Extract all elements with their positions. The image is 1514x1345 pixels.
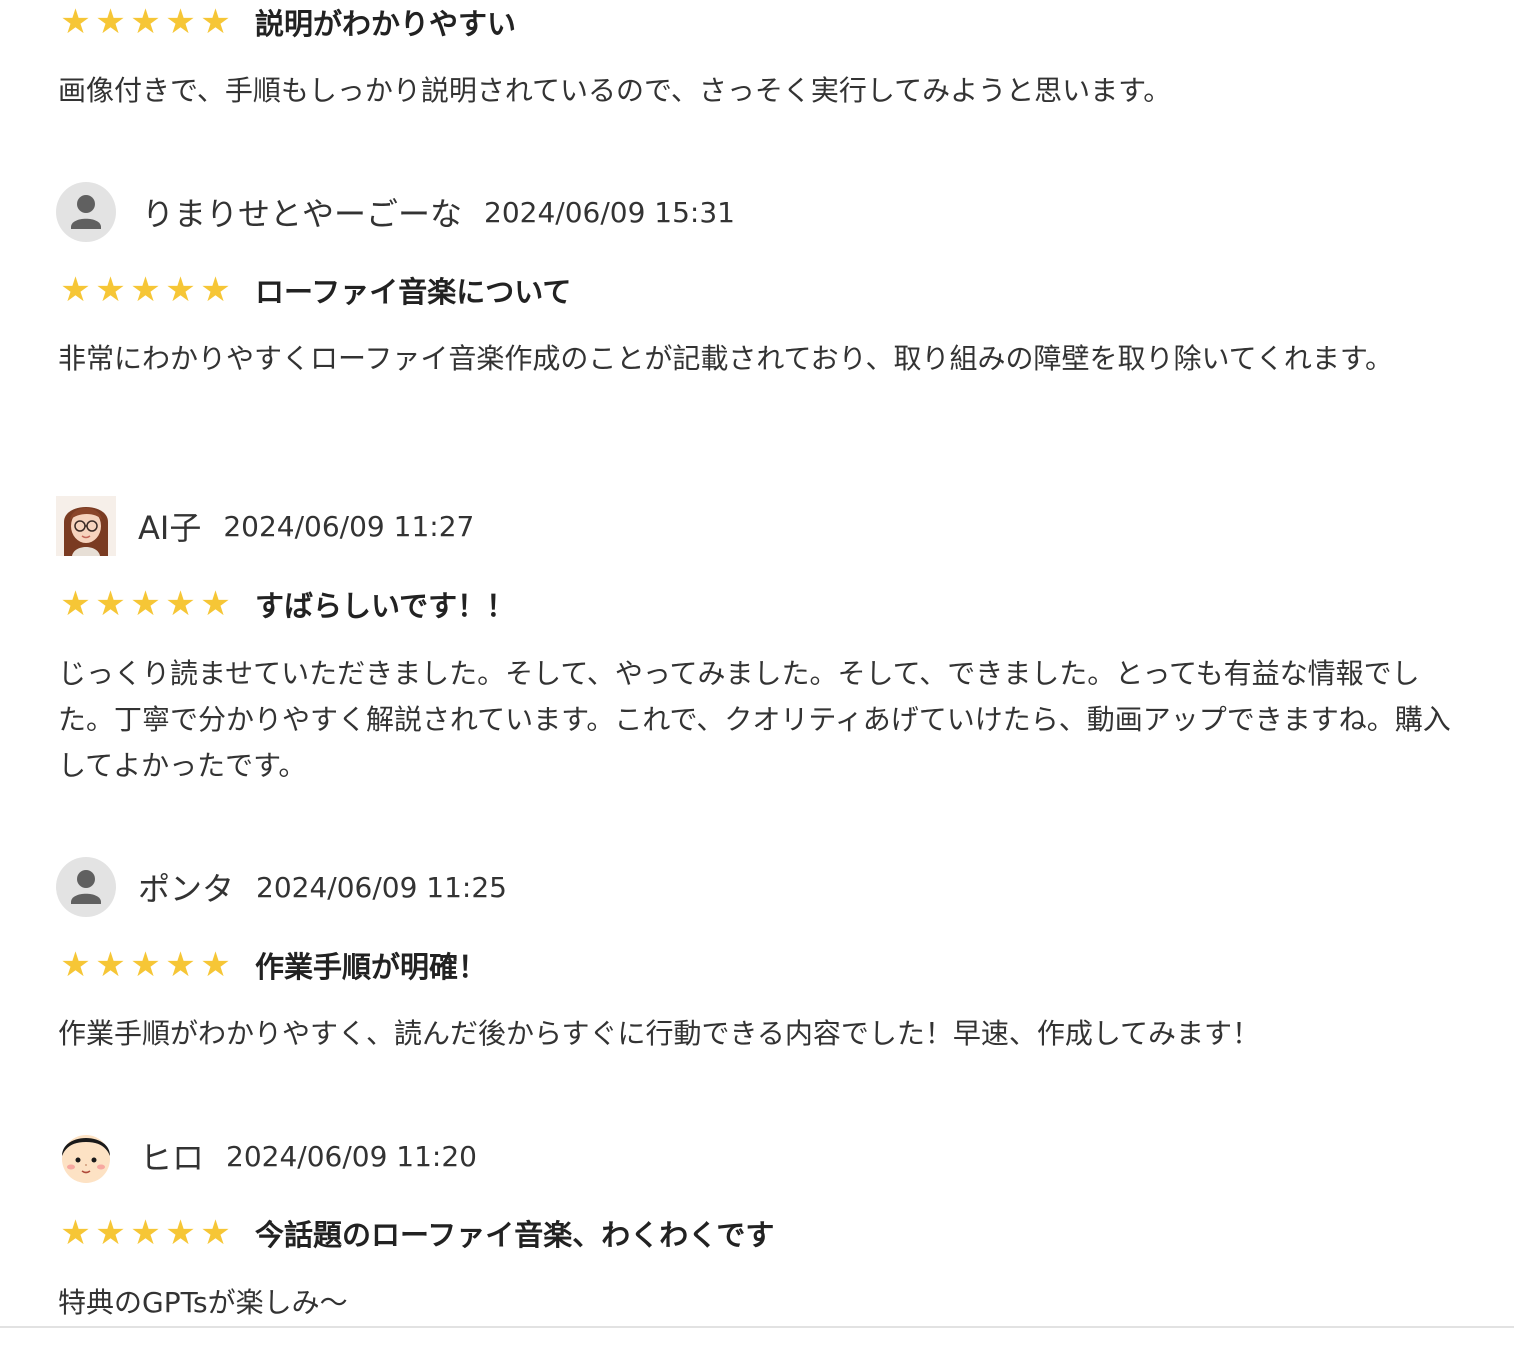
star-icon: ★ <box>130 945 161 985</box>
star-rating: ★ ★ ★ ★ ★ <box>58 5 233 39</box>
review-date: 2024/06/09 11:25 <box>256 870 507 904</box>
star-icon: ★ <box>130 1213 161 1253</box>
star-icon: ★ <box>60 1213 91 1253</box>
review-list: ★ ★ ★ ★ ★ 説明がわかりやすい 画像付きで、手順もしっかり説明されている… <box>0 0 1514 1345</box>
star-icon: ★ <box>60 584 91 624</box>
review-date: 2024/06/09 11:20 <box>226 1139 477 1173</box>
reviewer-row: AI子 2024/06/09 11:27 <box>56 496 474 556</box>
review-date: 2024/06/09 11:27 <box>223 509 475 543</box>
review-title: ローファイ音楽について <box>255 275 572 309</box>
review-body: 作業手順がわかりやすく、読んだ後からすぐに行動できる内容でした！早速、作成してみ… <box>58 1017 1261 1050</box>
star-icon: ★ <box>165 1213 196 1253</box>
review-title: 今話題のローファイ音楽、わくわくです <box>255 1218 775 1252</box>
default-avatar-icon[interactable] <box>56 857 116 917</box>
reviewer-row: りまりせとやーごーな 2024/06/09 15:31 <box>56 182 735 242</box>
star-rating: ★ ★ ★ ★ ★ <box>58 273 233 307</box>
reviewer-name[interactable]: りまりせとやーごーな <box>142 189 462 235</box>
star-icon: ★ <box>165 584 196 624</box>
star-rating: ★ ★ ★ ★ ★ <box>58 1216 233 1250</box>
star-icon: ★ <box>95 1213 126 1253</box>
divider <box>0 1326 1514 1328</box>
review-rating-row: ★ ★ ★ ★ ★ ローファイ音楽について <box>58 270 571 310</box>
star-icon: ★ <box>200 2 231 42</box>
star-icon: ★ <box>200 945 231 985</box>
review-title: すばらしいです！！ <box>255 589 516 623</box>
star-icon: ★ <box>165 2 196 42</box>
star-icon: ★ <box>200 270 231 310</box>
reviewer-row: ポンタ 2024/06/09 11:25 <box>56 857 507 917</box>
star-icon: ★ <box>95 270 126 310</box>
star-icon: ★ <box>60 945 91 985</box>
reviewer-name[interactable]: ヒロ <box>140 1133 204 1179</box>
review-rating-row: ★ ★ ★ ★ ★ 作業手順が明確！ <box>58 945 487 985</box>
star-icon: ★ <box>165 945 196 985</box>
review-date: 2024/06/09 15:31 <box>484 195 735 229</box>
star-icon: ★ <box>165 270 196 310</box>
review-body: じっくり読ませていただきました。そして、やってみました。そして、できました。とっ… <box>58 657 1451 782</box>
review-title: 作業手順が明確！ <box>255 950 488 984</box>
star-icon: ★ <box>200 584 231 624</box>
star-icon: ★ <box>60 2 91 42</box>
review-body: 画像付きで、手順もしっかり説明されているので、さっそく実行してみようと思います。 <box>58 74 1172 107</box>
star-icon: ★ <box>60 270 91 310</box>
review-rating-row: ★ ★ ★ ★ ★ すばらしいです！！ <box>58 584 515 624</box>
star-rating: ★ ★ ★ ★ ★ <box>58 587 233 621</box>
star-icon: ★ <box>130 584 161 624</box>
anime-girl-glasses-avatar-icon[interactable] <box>56 496 116 556</box>
review-title: 説明がわかりやすい <box>255 7 517 41</box>
reviewer-name[interactable]: AI子 <box>138 503 201 549</box>
reviewer-name[interactable]: ポンタ <box>138 864 234 910</box>
star-icon: ★ <box>200 1213 231 1253</box>
reviewer-row: ヒロ 2024/06/09 11:20 <box>56 1126 477 1186</box>
star-icon: ★ <box>95 2 126 42</box>
review-body: 特典のGPTsが楽しみ〜 <box>58 1286 348 1319</box>
review-rating-row: ★ ★ ★ ★ ★ 説明がわかりやすい <box>58 2 516 42</box>
review-body: 非常にわかりやすくローファイ音楽作成のことが記載されており、取り組みの障壁を取り… <box>58 342 1394 375</box>
star-icon: ★ <box>130 270 161 310</box>
boy-face-avatar-icon[interactable] <box>56 1126 116 1186</box>
star-icon: ★ <box>95 584 126 624</box>
star-rating: ★ ★ ★ ★ ★ <box>58 948 233 982</box>
default-avatar-icon[interactable] <box>56 182 116 242</box>
star-icon: ★ <box>130 2 161 42</box>
review-rating-row: ★ ★ ★ ★ ★ 今話題のローファイ音楽、わくわくです <box>58 1213 774 1253</box>
star-icon: ★ <box>95 945 126 985</box>
